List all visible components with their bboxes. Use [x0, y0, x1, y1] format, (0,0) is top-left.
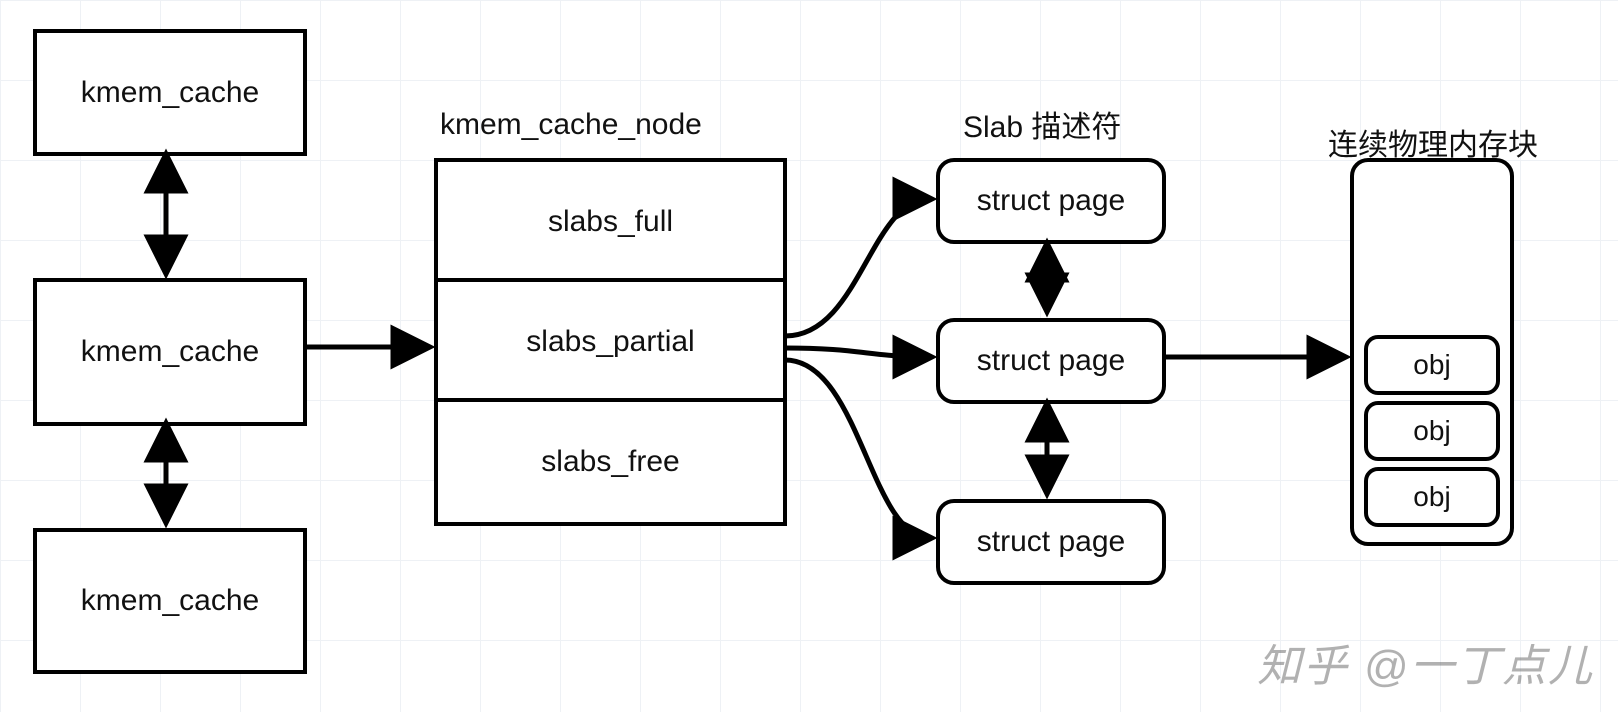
struct-page-1: struct page	[936, 318, 1166, 404]
arrow-partial-to-page1	[785, 348, 930, 357]
memblock-obj-0: obj	[1364, 335, 1501, 395]
memblock-obj-2: obj	[1364, 467, 1501, 527]
slab-title: Slab 描述符	[963, 102, 1121, 146]
node-row-slabs-free-label: slabs_free	[541, 445, 679, 479]
node-row-slabs-partial-label: slabs_partial	[526, 325, 694, 359]
node-row-slabs-partial: slabs_partial	[434, 278, 787, 406]
struct-page-1-label: struct page	[977, 344, 1125, 378]
watermark: 知乎 @一丁点儿	[1257, 630, 1594, 694]
kmem-cache-bottom: kmem_cache	[33, 528, 307, 674]
kmem-cache-top-label: kmem_cache	[81, 76, 259, 110]
memblock-obj-2-label: obj	[1413, 481, 1450, 513]
node-row-slabs-free: slabs_free	[434, 398, 787, 526]
node-row-slabs-full-label: slabs_full	[548, 205, 673, 239]
memblock-container: obj obj obj	[1350, 158, 1514, 546]
memblock-obj-1: obj	[1364, 401, 1501, 461]
arrow-partial-to-page0	[785, 199, 930, 336]
struct-page-2-label: struct page	[977, 525, 1125, 559]
kmem-cache-top: kmem_cache	[33, 29, 307, 156]
struct-page-0-label: struct page	[977, 184, 1125, 218]
kmem-cache-bottom-label: kmem_cache	[81, 584, 259, 618]
arrow-partial-to-page2	[785, 360, 930, 538]
memblock-obj-0-label: obj	[1413, 349, 1450, 381]
struct-page-0: struct page	[936, 158, 1166, 244]
memblock-obj-1-label: obj	[1413, 415, 1450, 447]
struct-page-2: struct page	[936, 499, 1166, 585]
kmem-cache-mid-label: kmem_cache	[81, 335, 259, 369]
node-title: kmem_cache_node	[440, 108, 702, 142]
node-row-slabs-full: slabs_full	[434, 158, 787, 286]
kmem-cache-mid: kmem_cache	[33, 278, 307, 426]
